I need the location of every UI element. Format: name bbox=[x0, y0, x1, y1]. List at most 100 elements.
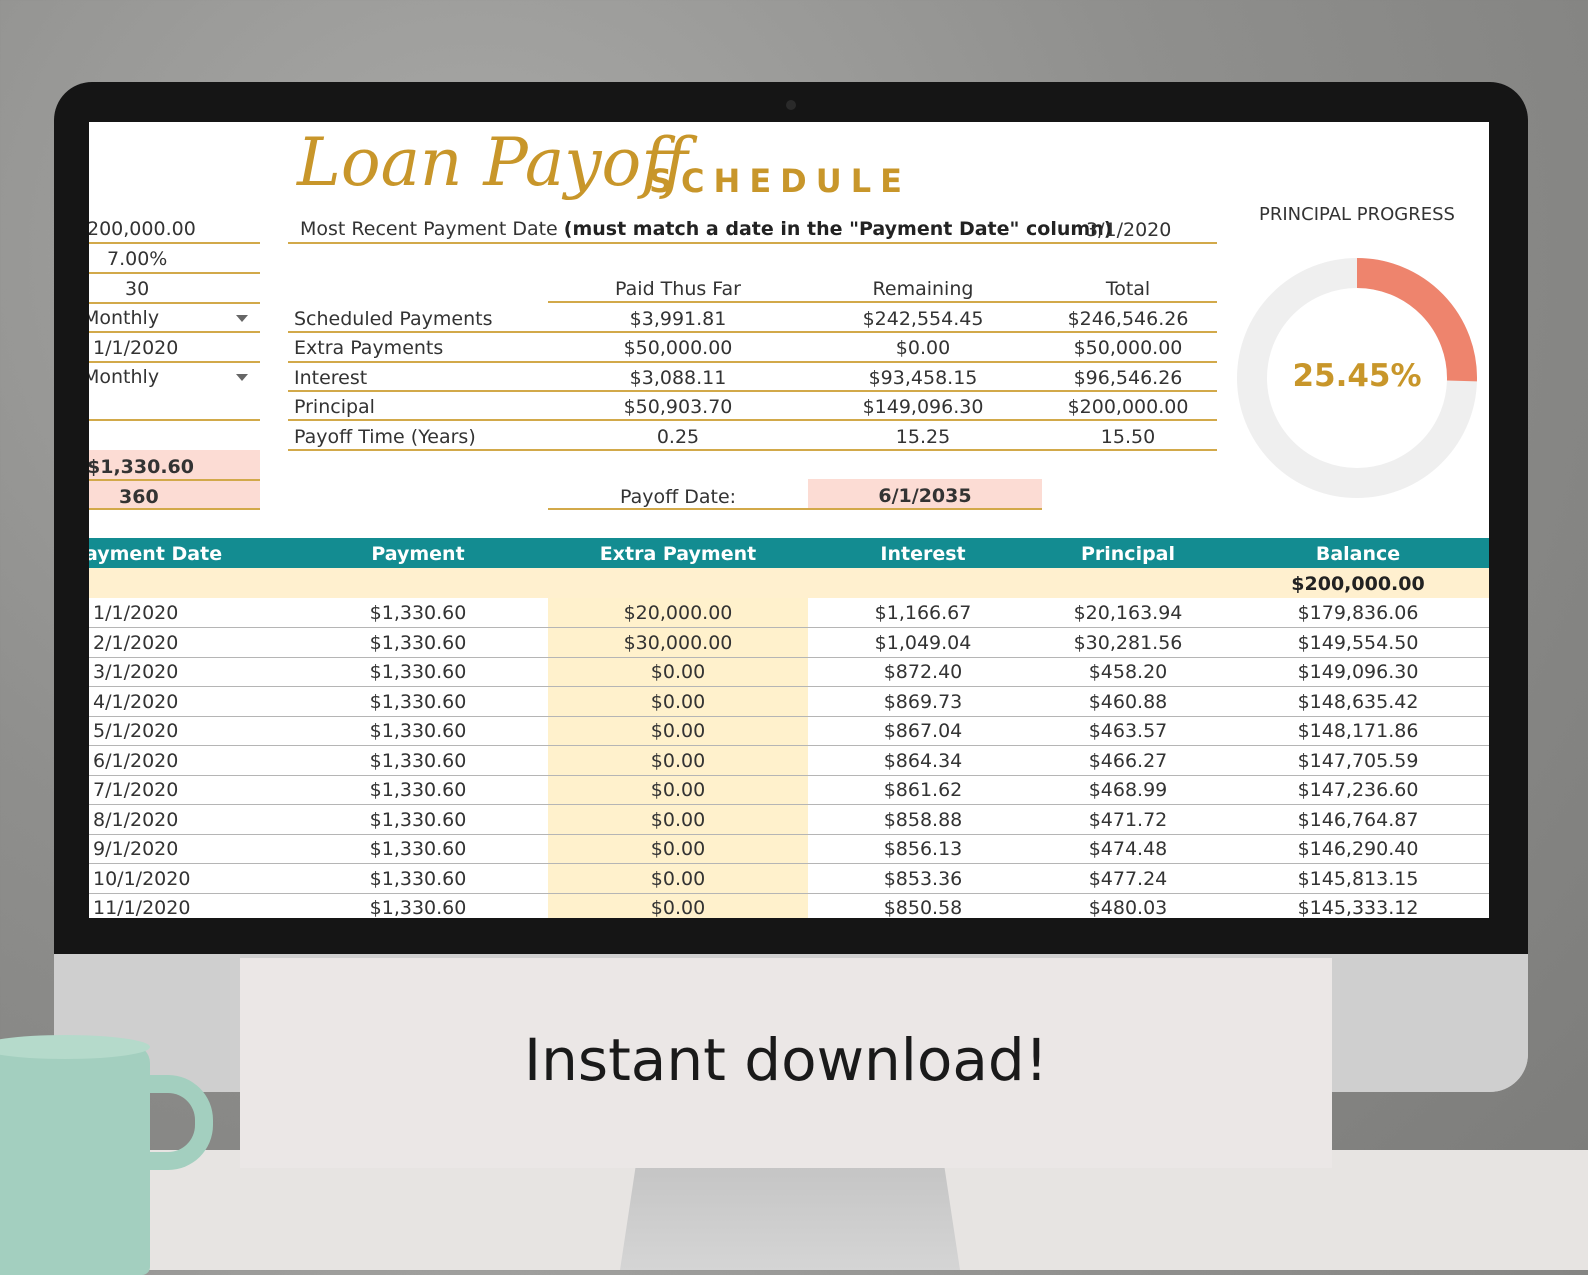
caption-text: Instant download! bbox=[523, 1026, 1048, 1094]
summary-value: $50,903.70 bbox=[623, 396, 733, 418]
table-row[interactable]: 7/1/2020 $1,330.60 $0.00 $861.62 $468.99 $147… bbox=[89, 775, 1489, 805]
interest-cell: $850.58 bbox=[883, 897, 963, 918]
principal-cell: $477.24 bbox=[1088, 867, 1168, 890]
progress-label: PRINCIPAL PROGRESS bbox=[1259, 204, 1455, 225]
table-row[interactable]: 8/1/2020 $1,330.60 $0.00 $858.88 $471.72 $146… bbox=[89, 805, 1489, 835]
payment-date-cell: 7/1/2020 bbox=[93, 779, 179, 801]
title-script: Loan Payoff bbox=[297, 124, 688, 201]
payment-cell: $1,330.60 bbox=[369, 749, 467, 772]
table-row[interactable]: 11/1/2020 $1,330.60 $0.00 $850.58 $480.03 $14… bbox=[89, 893, 1489, 918]
balance-cell: $149,096.30 bbox=[1297, 661, 1419, 683]
years-input[interactable]: 30 bbox=[125, 278, 149, 300]
num-payments-value: 360 bbox=[119, 486, 159, 508]
summary-value: $50,000.00 bbox=[623, 337, 733, 359]
payment-date-cell: 10/1/2020 bbox=[93, 867, 191, 890]
column-header-payment: Payment bbox=[371, 543, 465, 565]
extra-payment-cell[interactable]: $30,000.00 bbox=[548, 632, 808, 654]
summary-value: $242,554.45 bbox=[862, 308, 984, 330]
summary-value: $3,991.81 bbox=[629, 308, 727, 330]
mug bbox=[0, 1045, 150, 1275]
divider bbox=[89, 479, 260, 481]
summary-header-remaining: Remaining bbox=[872, 278, 974, 300]
recent-payment-note: (must match a date in the "Payment Date"… bbox=[563, 218, 1113, 240]
table-row[interactable]: 3/1/2020 $1,330.60 $0.00 $872.40 $458.20 $149… bbox=[89, 657, 1489, 687]
table-row[interactable]: 2/1/2020 $1,330.60 $30,000.00 $1,049.04 $30,… bbox=[89, 628, 1489, 658]
balance-cell: $148,635.42 bbox=[1297, 690, 1419, 713]
divider bbox=[89, 361, 260, 363]
compound-period-select[interactable]: Monthly bbox=[89, 366, 159, 388]
extra-payment-cell[interactable]: $0.00 bbox=[548, 720, 808, 742]
payment-frequency-select[interactable]: Monthly bbox=[89, 307, 159, 329]
column-header-interest: Interest bbox=[880, 543, 966, 565]
balance-cell: $146,290.40 bbox=[1297, 838, 1419, 860]
column-header-principal: Principal bbox=[1080, 543, 1176, 565]
summary-label-interest: Interest bbox=[294, 367, 368, 389]
extra-payment-cell[interactable]: $0.00 bbox=[548, 868, 808, 890]
summary-value: $3,088.11 bbox=[629, 367, 727, 389]
payment-date-cell: 6/1/2020 bbox=[93, 749, 179, 772]
title-caps: SCHEDULE bbox=[649, 162, 911, 200]
divider bbox=[548, 508, 1042, 510]
chevron-down-icon[interactable] bbox=[236, 374, 248, 381]
summary-value: $93,458.15 bbox=[868, 367, 978, 389]
balance-cell: $145,333.12 bbox=[1297, 897, 1419, 918]
payment-cell: $1,330.60 bbox=[369, 808, 467, 831]
extra-payment-cell[interactable]: $0.00 bbox=[548, 838, 808, 860]
principal-cell: $458.20 bbox=[1088, 661, 1168, 683]
payment-cell: $1,330.60 bbox=[369, 720, 467, 742]
table-row[interactable]: 9/1/2020 $1,330.60 $0.00 $856.13 $474.48 $146… bbox=[89, 834, 1489, 864]
interest-cell: $853.36 bbox=[883, 867, 963, 890]
payoff-date-label: Payoff Date: bbox=[619, 486, 737, 508]
summary-label-scheduled: Scheduled Payments bbox=[294, 308, 493, 330]
principal-cell: $460.88 bbox=[1088, 690, 1168, 713]
extra-payment-cell[interactable]: $0.00 bbox=[548, 897, 808, 918]
balance-cell: $145,813.15 bbox=[1297, 867, 1419, 890]
payment-cell: $1,330.60 bbox=[369, 631, 467, 654]
principal-cell: $466.27 bbox=[1088, 749, 1168, 772]
payment-date-cell: 5/1/2020 bbox=[93, 720, 179, 742]
divider bbox=[89, 508, 260, 510]
progress-value: 25.45% bbox=[1292, 358, 1422, 394]
recent-payment-date-input[interactable]: 3/1/2020 bbox=[1086, 219, 1171, 241]
interest-cell: $856.13 bbox=[883, 838, 963, 860]
chevron-down-icon[interactable] bbox=[236, 315, 248, 322]
rate-input[interactable]: 7.00% bbox=[107, 248, 167, 270]
principal-cell: $30,281.56 bbox=[1073, 631, 1183, 654]
summary-value: $0.00 bbox=[895, 337, 951, 359]
payment-amount-value: $1,330.60 bbox=[89, 456, 194, 478]
table-row[interactable]: 6/1/2020 $1,330.60 $0.00 $864.34 $466.27 $147… bbox=[89, 746, 1489, 776]
first-payment-date-input[interactable]: 1/1/2020 bbox=[93, 337, 178, 359]
table-row[interactable]: 1/1/2020 $1,330.60 $20,000.00 $1,166.67 $20,… bbox=[89, 598, 1489, 628]
interest-cell: $864.34 bbox=[883, 749, 963, 772]
extra-payment-cell[interactable]: $20,000.00 bbox=[548, 602, 808, 624]
payment-cell: $1,330.60 bbox=[369, 779, 467, 801]
balance-cell: $148,171.86 bbox=[1297, 720, 1419, 742]
table-row[interactable]: 10/1/2020 $1,330.60 $0.00 $853.36 $477.24 $14… bbox=[89, 864, 1489, 894]
extra-payment-cell[interactable]: $0.00 bbox=[548, 809, 808, 831]
loan-amount-input[interactable]: 200,000.00 bbox=[89, 218, 196, 240]
table-row[interactable]: 4/1/2020 $1,330.60 $0.00 $869.73 $460.88 $148… bbox=[89, 687, 1489, 717]
divider bbox=[288, 331, 1217, 333]
extra-payment-cell[interactable]: $0.00 bbox=[548, 779, 808, 801]
divider bbox=[288, 242, 1217, 244]
summary-value: $50,000.00 bbox=[1073, 337, 1183, 359]
payoff-date-value: 6/1/2035 bbox=[878, 485, 972, 507]
divider bbox=[89, 242, 260, 244]
extra-payment-cell[interactable]: $0.00 bbox=[548, 750, 808, 772]
summary-value: 15.25 bbox=[895, 426, 951, 448]
payment-cell: $1,330.60 bbox=[369, 867, 467, 890]
payment-cell: $1,330.60 bbox=[369, 838, 467, 860]
extra-payment-cell[interactable]: $0.00 bbox=[548, 661, 808, 683]
column-header-extra-payment: Extra Payment bbox=[599, 543, 757, 565]
summary-value: $246,546.26 bbox=[1067, 308, 1189, 330]
camera-icon bbox=[786, 100, 796, 110]
summary-value: 0.25 bbox=[656, 426, 700, 448]
interest-cell: $872.40 bbox=[883, 661, 963, 683]
principal-cell: $20,163.94 bbox=[1073, 602, 1183, 624]
divider bbox=[89, 302, 260, 304]
table-row[interactable]: 5/1/2020 $1,330.60 $0.00 $867.04 $463.57 $148… bbox=[89, 716, 1489, 746]
divider bbox=[89, 419, 260, 421]
payment-date-cell: 4/1/2020 bbox=[93, 690, 179, 713]
extra-payment-cell[interactable]: $0.00 bbox=[548, 691, 808, 713]
balance-cell: $179,836.06 bbox=[1297, 602, 1419, 624]
